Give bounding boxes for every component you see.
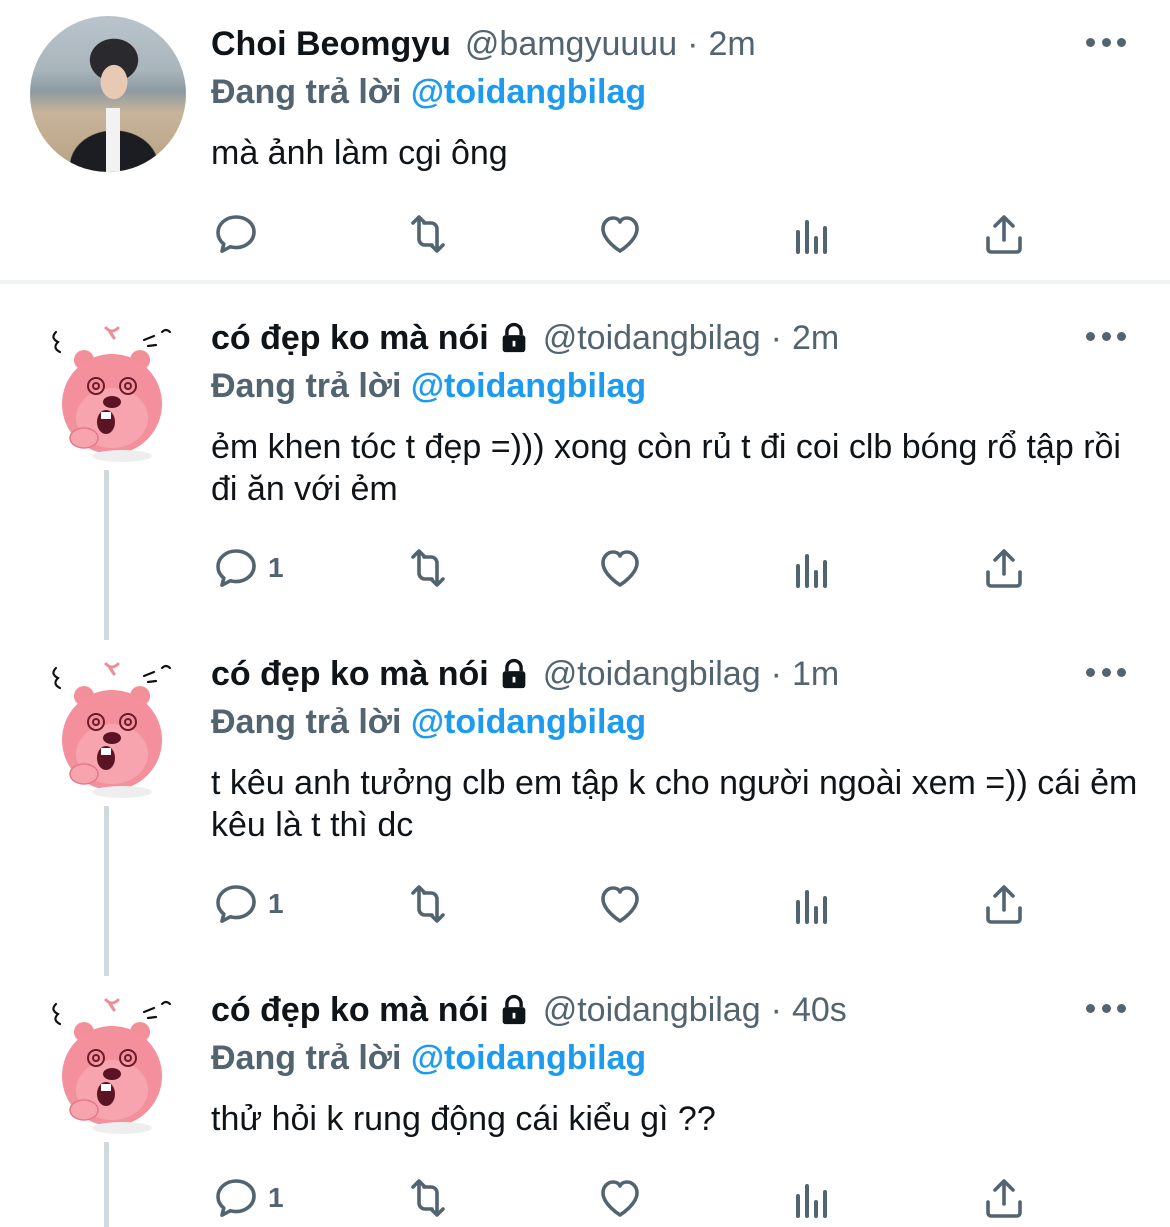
replying-to: Đang trả lời @toidangbilag — [211, 702, 646, 742]
user-avatar[interactable] — [44, 322, 178, 462]
user-avatar[interactable] — [44, 994, 178, 1134]
tweet-3[interactable]: có đẹp ko mà nói @toidangbilag · 1m Đang… — [0, 636, 1170, 976]
tweet-4[interactable]: có đẹp ko mà nói @toidangbilag · 40s Đan… — [0, 972, 1170, 1227]
user-handle[interactable]: @toidangbilag — [543, 318, 761, 358]
heart-icon — [596, 210, 644, 258]
replying-to-handle[interactable]: @toidangbilag — [411, 367, 646, 405]
tweet-text: mà ảnh làm cgi ông — [211, 134, 508, 172]
user-handle[interactable]: @bamgyuuuu — [465, 24, 677, 64]
bar-chart-icon — [788, 544, 836, 592]
reply-button[interactable]: 1 — [212, 1174, 284, 1222]
tweet-header: có đẹp ko mà nói @toidangbilag · 40s — [211, 990, 847, 1030]
heart-icon — [596, 544, 644, 592]
replying-to: Đang trả lời @toidangbilag — [211, 366, 646, 406]
like-button[interactable] — [596, 544, 644, 592]
more-icon[interactable] — [1086, 38, 1126, 48]
replying-to: Đang trả lời @toidangbilag — [211, 72, 646, 112]
thread-line — [104, 1142, 109, 1227]
replying-to-handle[interactable]: @toidangbilag — [411, 1039, 646, 1077]
thread-line — [104, 470, 109, 640]
retweet-button[interactable] — [404, 210, 452, 258]
reply-count: 1 — [268, 1182, 284, 1213]
divider — [0, 280, 1170, 284]
share-button[interactable] — [980, 544, 1028, 592]
share-button[interactable] — [980, 880, 1028, 928]
replying-to-label: Đang trả lời — [211, 703, 402, 741]
reply-button[interactable]: 1 — [212, 880, 284, 928]
views-button[interactable] — [788, 880, 836, 928]
share-button[interactable] — [980, 210, 1028, 258]
views-button[interactable] — [788, 1174, 836, 1222]
separator: · — [687, 25, 699, 63]
tweet-header: Choi Beomgyu @bamgyuuuu · 2m — [211, 24, 756, 64]
tweet-header: có đẹp ko mà nói @toidangbilag · 2m — [211, 318, 839, 358]
lock-icon — [497, 993, 531, 1027]
retweet-button[interactable] — [404, 880, 452, 928]
tweet-text: t kêu anh tưởng clb em tập k cho người n… — [211, 764, 1138, 844]
timestamp[interactable]: 1m — [792, 654, 839, 694]
display-name[interactable]: có đẹp ko mà nói — [211, 318, 489, 358]
share-icon — [980, 210, 1028, 258]
bar-chart-icon — [788, 880, 836, 928]
reply-button[interactable]: 1 — [212, 544, 284, 592]
user-handle[interactable]: @toidangbilag — [543, 654, 761, 694]
replying-to-handle[interactable]: @toidangbilag — [411, 703, 646, 741]
display-name[interactable]: có đẹp ko mà nói — [211, 990, 489, 1030]
tweet-text: ẻm khen tóc t đẹp =))) xong còn rủ t đi … — [211, 428, 1121, 508]
replying-to-handle[interactable]: @toidangbilag — [411, 73, 646, 111]
separator: · — [770, 655, 782, 693]
replying-to-label: Đang trả lời — [211, 73, 402, 111]
tweet-header: có đẹp ko mà nói @toidangbilag · 1m — [211, 654, 839, 694]
separator: · — [770, 319, 782, 357]
tweet-2[interactable]: có đẹp ko mà nói @toidangbilag · 2m Đang… — [0, 300, 1170, 640]
retweet-button[interactable] — [404, 544, 452, 592]
replying-to: Đang trả lời @toidangbilag — [211, 1038, 646, 1078]
like-button[interactable] — [596, 210, 644, 258]
timestamp[interactable]: 2m — [708, 24, 755, 64]
timestamp[interactable]: 2m — [792, 318, 839, 358]
retweet-button[interactable] — [404, 1174, 452, 1222]
bar-chart-icon — [788, 1174, 836, 1222]
thread-line — [104, 806, 109, 976]
more-icon[interactable] — [1086, 1004, 1126, 1014]
tweet-1[interactable]: Choi Beomgyu @bamgyuuuu · 2m Đang trả lờ… — [0, 0, 1170, 282]
retweet-icon — [404, 880, 452, 928]
timestamp[interactable]: 40s — [792, 990, 847, 1030]
like-button[interactable] — [596, 1174, 644, 1222]
separator: · — [770, 991, 782, 1029]
reply-count: 1 — [268, 888, 284, 919]
heart-icon — [596, 880, 644, 928]
tweet-text: thử hỏi k rung động cái kiểu gì ?? — [211, 1100, 716, 1138]
more-icon[interactable] — [1086, 332, 1126, 342]
share-icon — [980, 880, 1028, 928]
replying-to-label: Đang trả lời — [211, 1039, 402, 1077]
reply-icon — [212, 210, 260, 258]
heart-icon — [596, 1174, 644, 1222]
user-handle[interactable]: @toidangbilag — [543, 990, 761, 1030]
display-name[interactable]: có đẹp ko mà nói — [211, 654, 489, 694]
retweet-icon — [404, 210, 452, 258]
user-avatar[interactable] — [30, 16, 186, 172]
lock-icon — [497, 657, 531, 691]
retweet-icon — [404, 544, 452, 592]
reply-count: 1 — [268, 552, 284, 583]
reply-icon — [212, 880, 260, 928]
more-icon[interactable] — [1086, 668, 1126, 678]
lock-icon — [497, 321, 531, 355]
reply-button[interactable] — [212, 210, 260, 258]
share-button[interactable] — [980, 1174, 1028, 1222]
reply-icon — [212, 544, 260, 592]
retweet-icon — [404, 1174, 452, 1222]
replying-to-label: Đang trả lời — [211, 367, 402, 405]
user-avatar[interactable] — [44, 658, 178, 798]
bar-chart-icon — [788, 210, 836, 258]
views-button[interactable] — [788, 210, 836, 258]
like-button[interactable] — [596, 880, 644, 928]
display-name[interactable]: Choi Beomgyu — [211, 24, 451, 64]
share-icon — [980, 1174, 1028, 1222]
share-icon — [980, 544, 1028, 592]
reply-icon — [212, 1174, 260, 1222]
views-button[interactable] — [788, 544, 836, 592]
